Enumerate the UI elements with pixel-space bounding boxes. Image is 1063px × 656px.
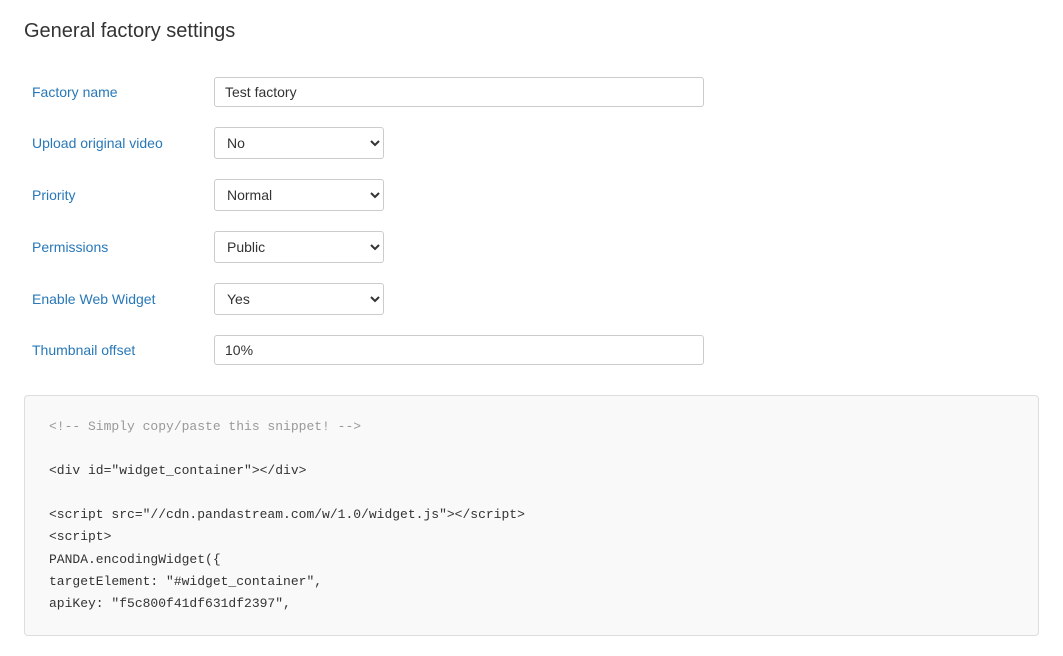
- page-title: General factory settings: [24, 20, 1039, 43]
- settings-form: Factory name Upload original video No Ye…: [24, 67, 1039, 375]
- permissions-cell: Public Private: [214, 221, 1039, 273]
- code-snippet-box: <!-- Simply copy/paste this snippet! -->…: [24, 395, 1039, 636]
- permissions-select[interactable]: Public Private: [214, 231, 384, 263]
- enable-widget-label: Enable Web Widget: [24, 273, 214, 325]
- factory-name-label: Factory name: [24, 67, 214, 117]
- thumbnail-offset-label: Thumbnail offset: [24, 325, 214, 375]
- upload-video-row: Upload original video No Yes: [24, 117, 1039, 169]
- code-script-src: <script src="//cdn.pandastream.com/w/1.0…: [49, 507, 525, 522]
- upload-video-label: Upload original video: [24, 117, 214, 169]
- permissions-row: Permissions Public Private: [24, 221, 1039, 273]
- priority-cell: Normal High Low: [214, 169, 1039, 221]
- code-comment: <!-- Simply copy/paste this snippet! -->: [49, 419, 361, 434]
- enable-widget-row: Enable Web Widget Yes No: [24, 273, 1039, 325]
- code-api-key: apiKey: "f5c800f41df631df2397",: [49, 596, 291, 611]
- factory-name-input[interactable]: [214, 77, 704, 107]
- code-panda-call: PANDA.encodingWidget({: [49, 552, 221, 567]
- thumbnail-offset-cell: [214, 325, 1039, 375]
- factory-name-cell: [214, 67, 1039, 117]
- thumbnail-offset-input[interactable]: [214, 335, 704, 365]
- upload-video-select[interactable]: No Yes: [214, 127, 384, 159]
- priority-select[interactable]: Normal High Low: [214, 179, 384, 211]
- code-target-element: targetElement: "#widget_container",: [49, 574, 322, 589]
- enable-widget-cell: Yes No: [214, 273, 1039, 325]
- priority-label: Priority: [24, 169, 214, 221]
- permissions-label: Permissions: [24, 221, 214, 273]
- code-script-open: <script>: [49, 529, 111, 544]
- priority-row: Priority Normal High Low: [24, 169, 1039, 221]
- thumbnail-offset-row: Thumbnail offset: [24, 325, 1039, 375]
- code-div: <div id="widget_container"></div>: [49, 463, 306, 478]
- enable-widget-select[interactable]: Yes No: [214, 283, 384, 315]
- upload-video-cell: No Yes: [214, 117, 1039, 169]
- factory-name-row: Factory name: [24, 67, 1039, 117]
